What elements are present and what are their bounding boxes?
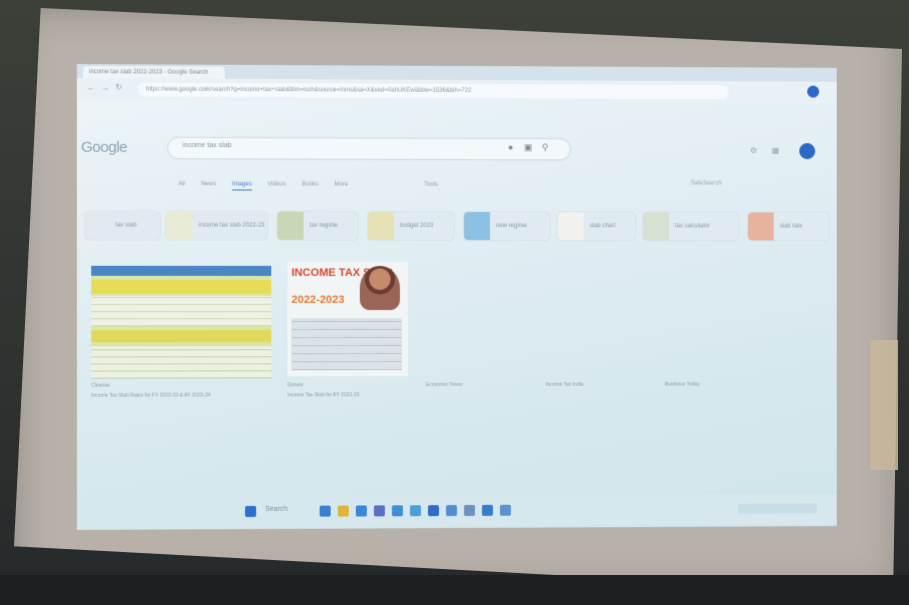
store-icon[interactable] xyxy=(373,505,385,517)
search-input[interactable]: income tax slab xyxy=(182,142,231,149)
start-icon[interactable] xyxy=(245,505,257,518)
filter-images[interactable]: Images xyxy=(231,181,252,191)
search-filters: All News Images Videos Books More Tools xyxy=(178,181,452,191)
mail-icon[interactable] xyxy=(391,505,403,517)
tape-strip xyxy=(870,340,898,470)
filter-videos[interactable]: Videos xyxy=(268,182,286,188)
back-icon[interactable]: ← xyxy=(87,83,95,92)
forward-icon[interactable]: → xyxy=(101,83,109,92)
filter-news[interactable]: News xyxy=(201,181,216,187)
url-field[interactable]: https://www.google.com/search?q=income+t… xyxy=(137,82,729,100)
mic-icon[interactable]: ● xyxy=(508,142,513,152)
taskbar-search[interactable]: Search xyxy=(265,506,287,513)
safesearch-toggle[interactable]: SafeSearch xyxy=(691,181,722,187)
chrome-icon[interactable] xyxy=(446,505,458,517)
filter-more[interactable]: More xyxy=(334,182,348,188)
browser-tab[interactable]: income tax slab 2022-2023 - Google Searc… xyxy=(83,66,225,79)
windows-taskbar: Search xyxy=(76,494,837,528)
reload-icon[interactable]: ↻ xyxy=(116,82,123,91)
app-icon[interactable] xyxy=(481,504,493,516)
filter-books[interactable]: Books xyxy=(302,182,319,188)
settings-icon[interactable]: ⚙ xyxy=(750,146,757,155)
result-caption[interactable]: Income Tax Slab for FY 2022-23 xyxy=(287,392,359,398)
chip-item[interactable]: slab chart xyxy=(557,212,636,241)
image-result[interactable]: INCOME TAX SLAB 2022-2023 xyxy=(287,261,408,377)
result-source: Cleartax xyxy=(91,382,111,389)
image-result[interactable] xyxy=(91,265,272,379)
edge-icon[interactable] xyxy=(355,505,367,517)
folder-icon[interactable] xyxy=(337,505,349,517)
filter-all[interactable]: All xyxy=(178,181,185,187)
result-source: Income Tax India xyxy=(545,381,584,388)
camera-icon[interactable]: ▣ xyxy=(524,142,532,153)
projected-screen: income tax slab 2022-2023 - Google Searc… xyxy=(76,64,837,530)
related-chips: tax slab income tax slab 2022-23 tax reg… xyxy=(85,211,835,246)
search-icon[interactable]: ⚲ xyxy=(542,142,549,153)
app-icon[interactable] xyxy=(427,505,439,517)
slab-table-thumbnail xyxy=(291,318,402,371)
chip-item[interactable]: tax calculator xyxy=(643,212,739,241)
app-icon[interactable] xyxy=(463,504,475,516)
person-image xyxy=(359,265,400,311)
search-box[interactable]: income tax slab ● ▣ ⚲ xyxy=(168,137,570,160)
address-bar-row: ← → ↻ https://www.google.com/search?q=in… xyxy=(76,78,837,104)
app-icon[interactable] xyxy=(409,505,421,517)
google-logo[interactable]: Google xyxy=(81,139,127,156)
app-icon[interactable] xyxy=(499,504,511,516)
result-source: Economic Times xyxy=(425,381,463,389)
tools-button[interactable]: Tools xyxy=(424,182,438,188)
chip-item[interactable]: tax regime xyxy=(277,211,358,240)
chip-item[interactable]: income tax slab 2022-23 xyxy=(166,211,268,240)
result-source: Business Today xyxy=(665,381,700,388)
result-year: 2022-2023 xyxy=(291,293,345,307)
floor-edge xyxy=(0,575,909,605)
apps-icon[interactable]: ▦ xyxy=(772,146,779,155)
result-caption[interactable]: Income Tax Slab Rates for FY 2022-23 & A… xyxy=(91,393,210,399)
chip-item[interactable]: new regime xyxy=(463,212,550,241)
chip-item[interactable]: slab rate xyxy=(748,212,829,241)
result-source: Groww xyxy=(287,382,304,389)
chip-item[interactable]: tax slab xyxy=(85,211,161,240)
task-view-icon[interactable] xyxy=(319,505,331,517)
profile-icon[interactable] xyxy=(807,85,820,98)
chip-item[interactable]: budget 2023 xyxy=(367,211,455,240)
avatar[interactable] xyxy=(799,143,816,160)
system-tray[interactable] xyxy=(738,503,818,514)
